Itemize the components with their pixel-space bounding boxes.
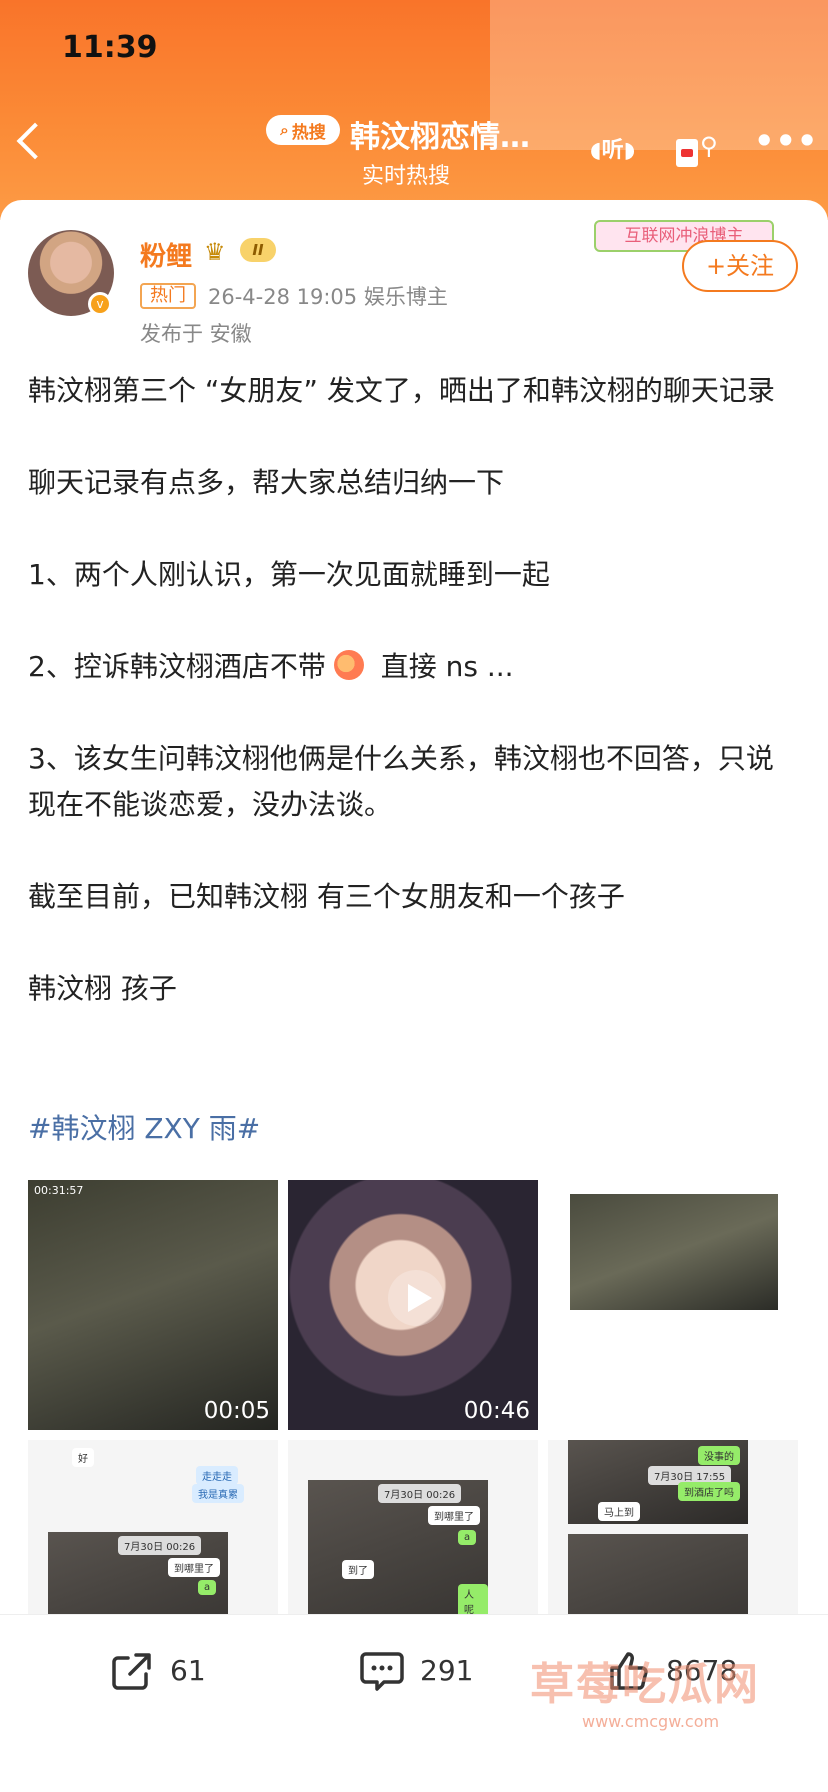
chat-bubble: 没事的 [698, 1446, 740, 1465]
post-location: 发布于 安徽 [140, 322, 252, 346]
paragraph[interactable]: 韩汶栩 孩子 [28, 966, 778, 1012]
level-badge: II [240, 238, 276, 262]
video-thumbnail[interactable]: 00:31:57 00:05 [28, 1180, 278, 1430]
paragraph: 聊天记录有点多，帮大家总结归纳一下 [28, 466, 505, 499]
paragraph: 3、该女生问韩汶栩他俩是什么关系，韩汶栩也不回答，只说现在不能谈恋爱，没办法谈。 [28, 742, 774, 821]
watermark: 草莓吃瓜网 [530, 1659, 760, 1710]
video-timestamp: 00:31:57 [34, 1184, 84, 1197]
paragraph: 韩汶栩第三个 “女朋友” 发文了，晒出了和韩汶栩的聊天记录 [28, 374, 775, 407]
share-count: 61 [170, 1653, 206, 1687]
video-duration: 00:46 [463, 1398, 530, 1424]
chat-bubble: 到酒店了吗 [678, 1482, 740, 1501]
paragraph: 2、控诉韩汶栩酒店不带 直接 ns ... [28, 644, 778, 690]
comment-count: 291 [420, 1653, 474, 1687]
chat-bubble: 到哪里了 [168, 1558, 220, 1577]
status-time: 11:39 [62, 30, 158, 65]
media-grid: 00:31:57 00:05 00:46 好 走走走 我是真累 7月30日 00… [28, 1180, 800, 1690]
paragraph: 1、两个人刚认识，第一次见面就睡到一起 [28, 558, 550, 591]
video-thumbnail[interactable]: 00:46 [288, 1180, 538, 1430]
image-thumbnail[interactable] [548, 1180, 798, 1430]
author-name[interactable]: 粉鲤 [140, 236, 192, 273]
chat-bubble: 人呢 [458, 1584, 488, 1618]
crown-icon: ♛ [204, 238, 226, 266]
hashtag-link[interactable]: #韩汶栩 ZXY 雨# [28, 1107, 260, 1147]
paragraph-part: 2、控诉韩汶栩酒店不带 [28, 650, 326, 683]
chat-bubble: 我是真累 [192, 1484, 244, 1503]
page-title: 韩汶栩恋情… [350, 120, 530, 155]
search-icon: ⌕ [280, 121, 289, 139]
more-icon[interactable]: ••• [754, 122, 818, 160]
comment-icon [360, 1652, 404, 1691]
person-icon[interactable]: ⚲ [700, 132, 718, 160]
chat-date: 7月30日 00:26 [118, 1536, 202, 1555]
cctv-image [570, 1194, 778, 1310]
verified-icon: v [88, 292, 112, 316]
paragraph-part: 直接 ns ... [371, 650, 514, 683]
comment-button[interactable]: 291 [358, 1646, 473, 1694]
post-meta: 26-4-28 19:05 娱乐博主 [208, 285, 448, 309]
paragraph: 截至目前，已知韩汶栩 有三个女朋友和一个孩子 [28, 880, 625, 913]
chat-bubble: a [198, 1580, 217, 1595]
chat-bubble: 走走走 [196, 1466, 238, 1485]
hot-label: 热搜 [291, 122, 326, 143]
chat-bubble: a [458, 1530, 477, 1545]
hot-search-badge: ⌕ 热搜 [266, 115, 340, 145]
post-body: 韩汶栩第三个 “女朋友” 发文了，晒出了和韩汶栩的聊天记录 聊天记录有点多，帮大… [28, 368, 778, 1058]
share-button[interactable]: 61 [108, 1646, 206, 1694]
follow-button[interactable]: +关注 [682, 240, 798, 292]
chat-image: 没事的 7月30日 17:55 到酒店了吗 马上到 [568, 1440, 748, 1524]
peach-icon [333, 650, 364, 680]
chat-bubble: 到了 [342, 1560, 374, 1579]
back-icon[interactable] [16, 122, 54, 160]
watermark-url: www.cmcgw.com [582, 1712, 720, 1731]
share-icon [112, 1653, 151, 1690]
chat-bubble: 好 [72, 1448, 94, 1467]
top-bar: 11:39 ⌕ 热搜 韩汶栩恋情… 实时热搜 ◖听◗ ⚲ ••• [0, 0, 828, 220]
chat-bubble: 马上到 [598, 1502, 640, 1521]
red-packet-icon[interactable] [676, 139, 698, 167]
listen-button[interactable]: ◖听◗ [590, 132, 635, 164]
chat-date: 7月30日 00:26 [378, 1484, 462, 1503]
listen-label: 听 [601, 138, 624, 163]
hot-tag: 热门 [140, 283, 196, 309]
video-duration: 00:05 [203, 1398, 270, 1424]
chat-bubble: 到哪里了 [428, 1506, 480, 1525]
play-icon[interactable] [388, 1270, 444, 1326]
page-subtitle: 实时热搜 [362, 164, 451, 189]
